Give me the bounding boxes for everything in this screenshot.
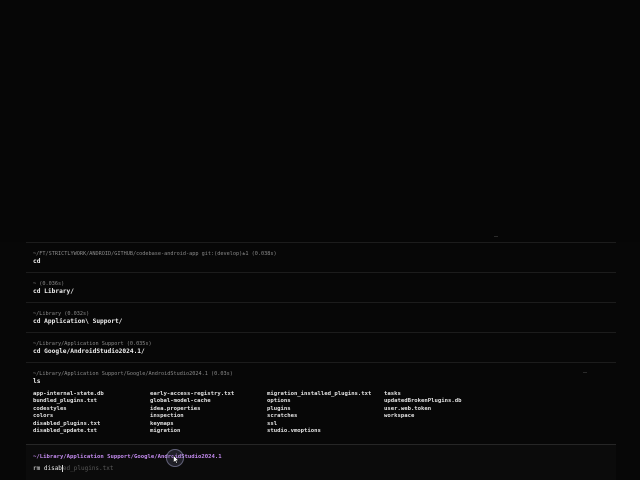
active-input-block[interactable]: ~/Library/Application Support/Google/And… [26,444,616,480]
command-block[interactable]: ~ (0.036s) cd Library/ [26,272,616,302]
command-block[interactable]: ~/Library/Application Support/Google/And… [26,362,616,436]
command-block-list: ~/FT/STRICTLYWORK/ANDROID/GITHUB/codebas… [26,242,616,436]
command-name: rm [33,465,41,472]
divider-tick [494,236,498,237]
block-command: ls [33,378,41,385]
ls-entry: bundled_plugins.txt [33,398,97,405]
ls-column: migration_installed_plugins.txt options … [267,391,384,435]
ls-entry: idea.properties [150,405,201,412]
ls-column: app-internal-state.db bundled_plugins.tx… [33,391,150,435]
block-command: cd [33,258,41,265]
block-meta: ~/Library/Application Support/Google/And… [33,371,233,377]
ls-entry: plugins [267,405,291,412]
block-meta: ~ (0.036s) [33,281,65,287]
terminal-empty-scrollback [0,0,640,242]
block-command: cd Google/AndroidStudio2024.1/ [33,348,145,355]
command-block[interactable]: ~/Library (0.032s) cd Application\ Suppo… [26,302,616,332]
terminal-window: ~/FT/STRICTLYWORK/ANDROID/GITHUB/codebas… [0,0,640,480]
block-meta: ~/Library/Application Support (0.035s) [33,341,152,347]
ls-entry: disabled_plugins.txt [33,420,101,427]
ls-entry: colors [33,413,54,420]
ls-column: tasks updatedBrokenPlugins.db user.web.t… [384,391,501,435]
mouse-pointer-icon [173,455,179,464]
command-block[interactable]: ~/FT/STRICTLYWORK/ANDROID/GITHUB/codebas… [26,242,616,272]
ls-entry: workspace [384,413,415,420]
ls-entry: updatedBrokenPlugins.db [384,398,462,405]
ls-entry: keymaps [150,420,174,427]
ls-entry: scratches [267,413,298,420]
ls-entry: codestyles [33,405,67,412]
ls-entry: options [267,398,291,405]
block-meta: ~/Library (0.032s) [33,311,90,317]
ls-output: app-internal-state.db bundled_plugins.tx… [33,391,609,435]
ls-entry: migration [150,428,181,435]
block-meta: ~/FT/STRICTLYWORK/ANDROID/GITHUB/codebas… [33,251,277,257]
ls-entry: disabled_update.txt [33,428,97,435]
autocomplete-suggestion[interactable]: ed_plugins.txt [63,465,114,472]
ls-entry: migration_installed_plugins.txt [267,391,372,397]
command-input[interactable]: rm disabed_plugins.txt [33,464,609,473]
ls-entry: global-model-cache [150,398,211,405]
command-block[interactable]: ~/Library/Application Support (0.035s) c… [26,332,616,362]
ls-entry: inspection [150,413,184,420]
ls-entry: early-access-registry.txt [150,391,235,397]
block-command: cd Application\ Support/ [33,318,123,325]
ls-entry: app-internal-state.db [33,391,104,397]
ls-column: early-access-registry.txt global-model-c… [150,391,267,435]
block-command: cd Library/ [33,288,74,295]
ls-entry: ssl [267,420,278,427]
current-directory: ~/Library/Application Support/Google/And… [33,454,222,460]
ls-entry: studio.vmoptions [267,428,321,435]
typed-text[interactable]: disab [44,465,62,472]
ls-entry: user.web.token [384,405,432,412]
ls-entry: tasks [384,391,401,397]
